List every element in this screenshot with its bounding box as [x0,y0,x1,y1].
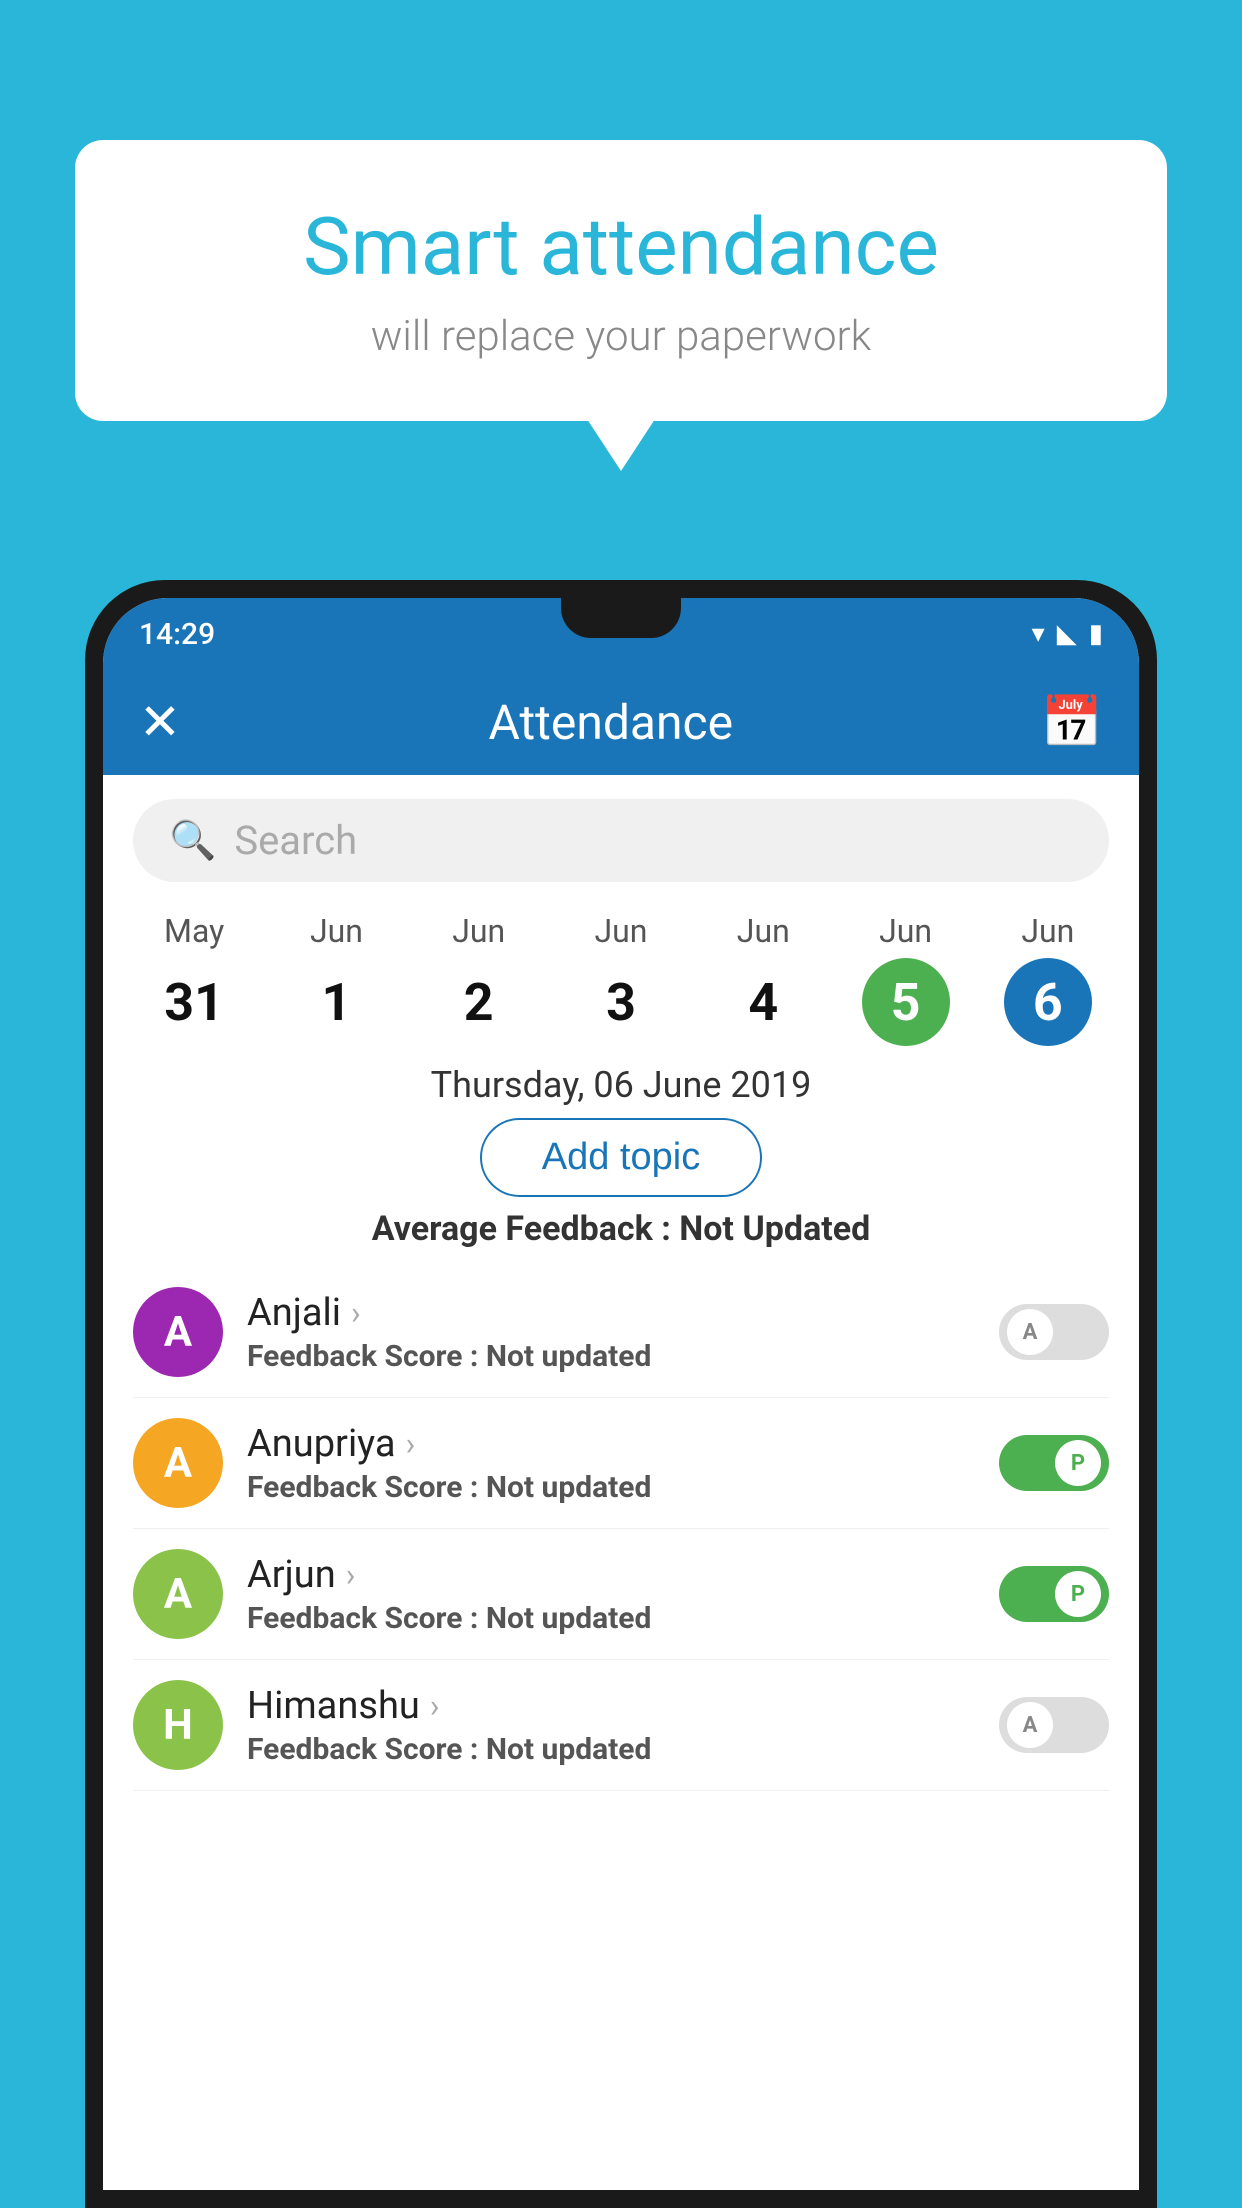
battery-icon: ▮ [1089,619,1103,649]
date-jun-5[interactable]: Jun 5 [862,912,950,1046]
student-info-anupriya: Anupriya › Feedback Score : Not updated [247,1422,999,1505]
toggle-knob-anupriya: P [1055,1440,1101,1486]
phone-frame: 14:29 ▾ ◣ ▮ ✕ Attendance 📅 🔍 Search May … [85,580,1157,2208]
date-jun-2[interactable]: Jun 2 [435,912,523,1046]
toolbar-title: Attendance [489,694,734,751]
date-may-31[interactable]: May 31 [150,912,238,1046]
student-name-himanshu: Himanshu [247,1684,420,1728]
avatar-himanshu: H [133,1680,223,1770]
student-anjali[interactable]: A Anjali › Feedback Score : Not updated … [133,1267,1109,1398]
close-icon[interactable]: ✕ [139,693,181,752]
speech-bubble-container: Smart attendance will replace your paper… [75,140,1167,421]
chevron-icon-himanshu: › [430,1687,440,1725]
student-info-himanshu: Himanshu › Feedback Score : Not updated [247,1684,999,1767]
student-list: A Anjali › Feedback Score : Not updated … [103,1267,1139,1791]
avg-feedback-label: Average Feedback : [372,1209,671,1249]
search-icon: 🔍 [169,819,216,863]
chevron-icon-arjun: › [346,1556,356,1594]
student-info-arjun: Arjun › Feedback Score : Not updated [247,1553,999,1636]
selected-date: Thursday, 06 June 2019 [103,1064,1139,1106]
app-toolbar: ✕ Attendance 📅 [103,670,1139,775]
toggle-knob-anjali: A [1007,1309,1053,1355]
status-time: 14:29 [139,617,215,652]
date-jun-6[interactable]: Jun 6 [1004,912,1092,1046]
avatar-arjun: A [133,1549,223,1639]
student-name-anupriya: Anupriya [247,1422,396,1466]
add-topic-section: Add topic [103,1118,1139,1197]
student-name-anjali: Anjali [247,1291,341,1335]
status-icons: ▾ ◣ ▮ [1032,619,1103,649]
speech-bubble-title: Smart attendance [155,200,1087,294]
toggle-himanshu[interactable]: A [999,1697,1109,1753]
avatar-anjali: A [133,1287,223,1377]
toggle-arjun[interactable]: P [999,1566,1109,1622]
chevron-icon-anupriya: › [406,1425,416,1463]
wifi-icon: ▾ [1032,619,1045,649]
status-bar: 14:29 ▾ ◣ ▮ [103,598,1139,670]
toggle-knob-himanshu: A [1007,1702,1053,1748]
date-jun-1[interactable]: Jun 1 [292,912,380,1046]
search-placeholder: Search [234,817,357,864]
date-jun-4[interactable]: Jun 4 [719,912,807,1046]
toggle-anjali[interactable]: A [999,1304,1109,1360]
phone-inner: 14:29 ▾ ◣ ▮ ✕ Attendance 📅 🔍 Search May … [103,598,1139,2190]
student-arjun[interactable]: A Arjun › Feedback Score : Not updated P [133,1529,1109,1660]
avatar-anupriya: A [133,1418,223,1508]
speech-bubble: Smart attendance will replace your paper… [75,140,1167,421]
avg-feedback-value: Not Updated [679,1209,870,1249]
toggle-knob-arjun: P [1055,1571,1101,1617]
notch [561,598,681,638]
student-himanshu[interactable]: H Himanshu › Feedback Score : Not update… [133,1660,1109,1791]
student-info-anjali: Anjali › Feedback Score : Not updated [247,1291,999,1374]
student-anupriya[interactable]: A Anupriya › Feedback Score : Not update… [133,1398,1109,1529]
date-strip: May 31 Jun 1 Jun 2 Jun 3 Jun 4 Jun 5 [103,900,1139,1046]
signal-icon: ◣ [1057,619,1077,649]
speech-bubble-subtitle: will replace your paperwork [155,312,1087,361]
date-jun-3[interactable]: Jun 3 [577,912,665,1046]
chevron-icon-anjali: › [351,1294,361,1332]
calendar-icon[interactable]: 📅 [1041,694,1103,752]
add-topic-button[interactable]: Add topic [480,1118,762,1197]
toggle-anupriya[interactable]: P [999,1435,1109,1491]
student-name-arjun: Arjun [247,1553,336,1597]
avg-feedback: Average Feedback : Not Updated [103,1209,1139,1249]
search-bar[interactable]: 🔍 Search [133,799,1109,882]
